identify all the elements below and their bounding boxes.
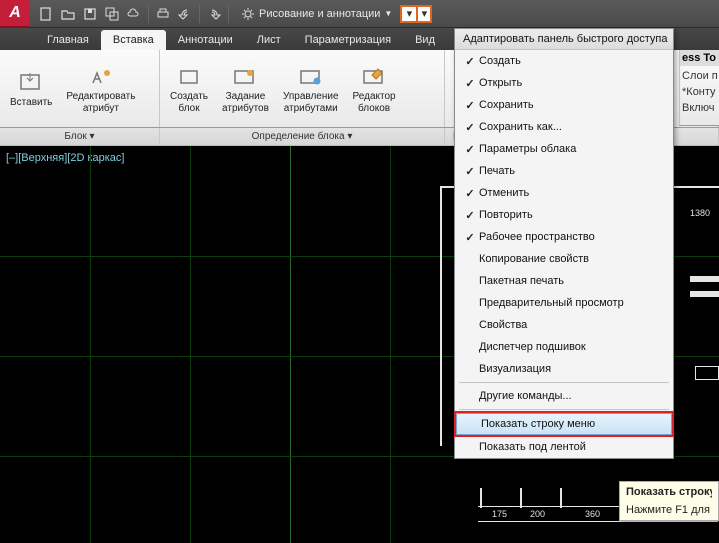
stub-item: Слои п (682, 70, 717, 82)
tooltip-title: Показать строку (626, 486, 712, 498)
menu-separator (459, 409, 669, 410)
quick-access-toolbar (30, 4, 237, 24)
app-menu-button[interactable]: A (0, 0, 30, 28)
separator (148, 5, 149, 23)
menu-item-save[interactable]: ✓Сохранить (455, 94, 673, 116)
tab-insert[interactable]: Вставка (101, 30, 166, 50)
menu-item-new[interactable]: ✓Создать (455, 50, 673, 72)
drawing-line (695, 366, 719, 380)
tab-annotations[interactable]: Аннотации (166, 30, 245, 50)
menu-item-render[interactable]: Визуализация (455, 358, 673, 380)
workspace-switcher[interactable]: Рисование и аннотации ▼ (237, 7, 396, 21)
button-label: Вставить (10, 97, 52, 109)
saveas-icon[interactable] (102, 4, 122, 24)
save-icon[interactable] (80, 4, 100, 24)
menu-item-properties[interactable]: Свойства (455, 314, 673, 336)
tab-view[interactable]: Вид (403, 30, 447, 50)
drawing-line (478, 521, 718, 522)
menu-item-print[interactable]: ✓Печать (455, 160, 673, 182)
insert-block-button[interactable]: Вставить (4, 67, 58, 111)
define-attr-icon (229, 63, 261, 91)
manage-attributes-button[interactable]: Управление атрибутами (277, 61, 345, 116)
drawing-line (690, 276, 719, 282)
insert-block-icon (15, 69, 47, 97)
tab-parametric[interactable]: Параметризация (293, 30, 403, 50)
button-label: Задание атрибутов (222, 91, 269, 114)
create-block-icon (173, 63, 205, 91)
stub-item: *Конту (682, 86, 717, 98)
panel-title-block[interactable]: Блок ▾ (0, 128, 160, 145)
print-icon[interactable] (153, 4, 173, 24)
grid-line (190, 146, 191, 543)
grid-line (390, 146, 391, 543)
menu-item-undo[interactable]: ✓Отменить (455, 182, 673, 204)
button-label: Редактор блоков (353, 91, 396, 114)
grid-axis (290, 146, 291, 543)
stub-header: ess To (680, 50, 719, 66)
qat-customize-menu: Адаптировать панель быстрого доступа ✓Со… (454, 28, 674, 459)
panel-block: Вставить Редактировать атрибут (0, 50, 160, 127)
stub-item: Включ (682, 102, 717, 114)
button-label: Редактировать атрибут (66, 91, 135, 114)
menu-item-show-below-ribbon[interactable]: Показать под лентой (455, 436, 673, 458)
menu-item-show-menubar[interactable]: Показать строку меню (456, 413, 672, 435)
menu-item-preview[interactable]: Предварительный просмотр (455, 292, 673, 314)
menu-item-sheetset[interactable]: Диспетчер подшивок (455, 336, 673, 358)
new-icon[interactable] (36, 4, 56, 24)
chevron-down-icon: ▼ (384, 9, 392, 18)
cloud-icon[interactable] (124, 4, 144, 24)
titlebar: A Рисование и аннотации ▼ ▾ ▾ (0, 0, 719, 28)
create-block-button[interactable]: Создать блок (164, 61, 214, 116)
tab-home[interactable]: Главная (35, 30, 101, 50)
block-editor-icon (358, 63, 390, 91)
edit-attr-icon (85, 63, 117, 91)
tooltip: Показать строку Нажмите F1 для дополните… (619, 481, 719, 521)
menu-item-cloud[interactable]: ✓Параметры облака (455, 138, 673, 160)
separator (199, 5, 200, 23)
menu-item-open[interactable]: ✓Открыть (455, 72, 673, 94)
tooltip-hint: Нажмите F1 для дополнительной (626, 504, 712, 516)
drawing-line (560, 488, 562, 508)
define-attributes-button[interactable]: Задание атрибутов (216, 61, 275, 116)
view-label[interactable]: [–][Верхняя][2D каркас] (6, 152, 124, 164)
menu-item-redo[interactable]: ✓Повторить (455, 204, 673, 226)
menu-header: Адаптировать панель быстрого доступа (455, 29, 673, 50)
workspace-label: Рисование и аннотации (259, 8, 380, 20)
dimension-text: 200 (530, 509, 545, 519)
menu-item-matchprop[interactable]: Копирование свойств (455, 248, 673, 270)
drawing-line (480, 488, 482, 508)
button-label: Создать блок (170, 91, 208, 114)
dimension-text: 175 (492, 509, 507, 519)
panel-title-blockdef[interactable]: Определение блока ▾ (160, 128, 445, 145)
right-panel-stub: ess To Слои п *Конту Включ (679, 50, 719, 126)
redo-icon[interactable] (204, 4, 224, 24)
drawing-line (520, 488, 522, 508)
undo-icon[interactable] (175, 4, 195, 24)
manage-attr-icon (295, 63, 327, 91)
edit-attribute-button[interactable]: Редактировать атрибут (60, 61, 141, 116)
drawing-line (690, 291, 719, 297)
menu-items: ✓Создать ✓Открыть ✓Сохранить ✓Сохранить … (455, 50, 673, 380)
tab-sheet[interactable]: Лист (245, 30, 293, 50)
dimension-text: 360 (585, 509, 600, 519)
qat-customize-dropdown-2[interactable]: ▾ (418, 5, 432, 23)
menu-item-more-commands[interactable]: Другие команды... (455, 385, 673, 407)
panel-block-definition: Создать блок Задание атрибутов Управлени… (160, 50, 445, 127)
menu-item-saveas[interactable]: ✓Сохранить как... (455, 116, 673, 138)
gear-icon (241, 7, 255, 21)
grid-line (90, 146, 91, 543)
button-label: Управление атрибутами (283, 91, 339, 114)
qat-customize-dropdown[interactable]: ▾ (400, 5, 418, 23)
open-icon[interactable] (58, 4, 78, 24)
separator (228, 5, 229, 23)
menu-item-batchplot[interactable]: Пакетная печать (455, 270, 673, 292)
block-editor-button[interactable]: Редактор блоков (347, 61, 402, 116)
menu-item-workspace[interactable]: ✓Рабочее пространство (455, 226, 673, 248)
menu-separator (459, 382, 669, 383)
dimension-text: 1380 (690, 208, 710, 218)
drawing-line (440, 186, 442, 446)
